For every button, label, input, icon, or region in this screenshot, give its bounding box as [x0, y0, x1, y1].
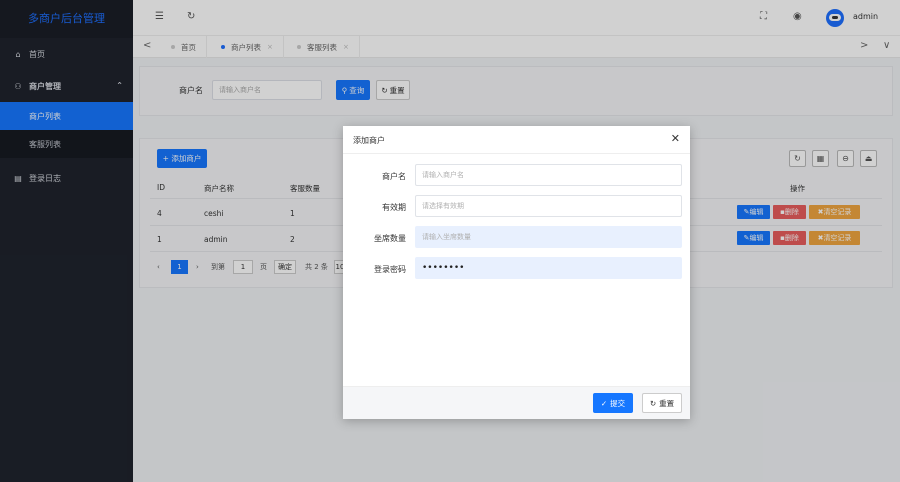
submit-label: 提交: [610, 398, 626, 408]
submit-button[interactable]: ✓ 提交: [593, 393, 633, 413]
add-merchant-dialog: 添加商户 ✕ 商户名 请输入商户名 有效期 请选择有效期 坐席数量 请输入坐席数…: [343, 126, 690, 419]
validity-label: 有效期: [382, 203, 406, 212]
validity-date-picker[interactable]: 请选择有效期: [415, 195, 682, 217]
seat-count-input[interactable]: 请输入坐席数量: [415, 226, 682, 248]
reset-button[interactable]: ↻ 重置: [642, 393, 682, 413]
close-icon[interactable]: ✕: [671, 132, 680, 145]
reset-label: 重置: [659, 398, 675, 408]
check-icon: ✓: [600, 398, 608, 408]
seat-count-label: 坐席数量: [374, 234, 406, 243]
modal-overlay: [133, 0, 900, 58]
dialog-footer: ✓ 提交 ↻ 重置: [343, 386, 690, 419]
login-password-label: 登录密码: [374, 265, 406, 274]
dialog-title: 添加商户: [353, 136, 385, 145]
modal-overlay: [0, 0, 133, 482]
merchant-name-input[interactable]: 请输入商户名: [415, 164, 682, 186]
divider: [343, 153, 690, 154]
login-password-input[interactable]: ••••••••: [415, 257, 682, 279]
merchant-name-label: 商户名: [382, 172, 406, 181]
reset-icon: ↻: [649, 398, 657, 408]
